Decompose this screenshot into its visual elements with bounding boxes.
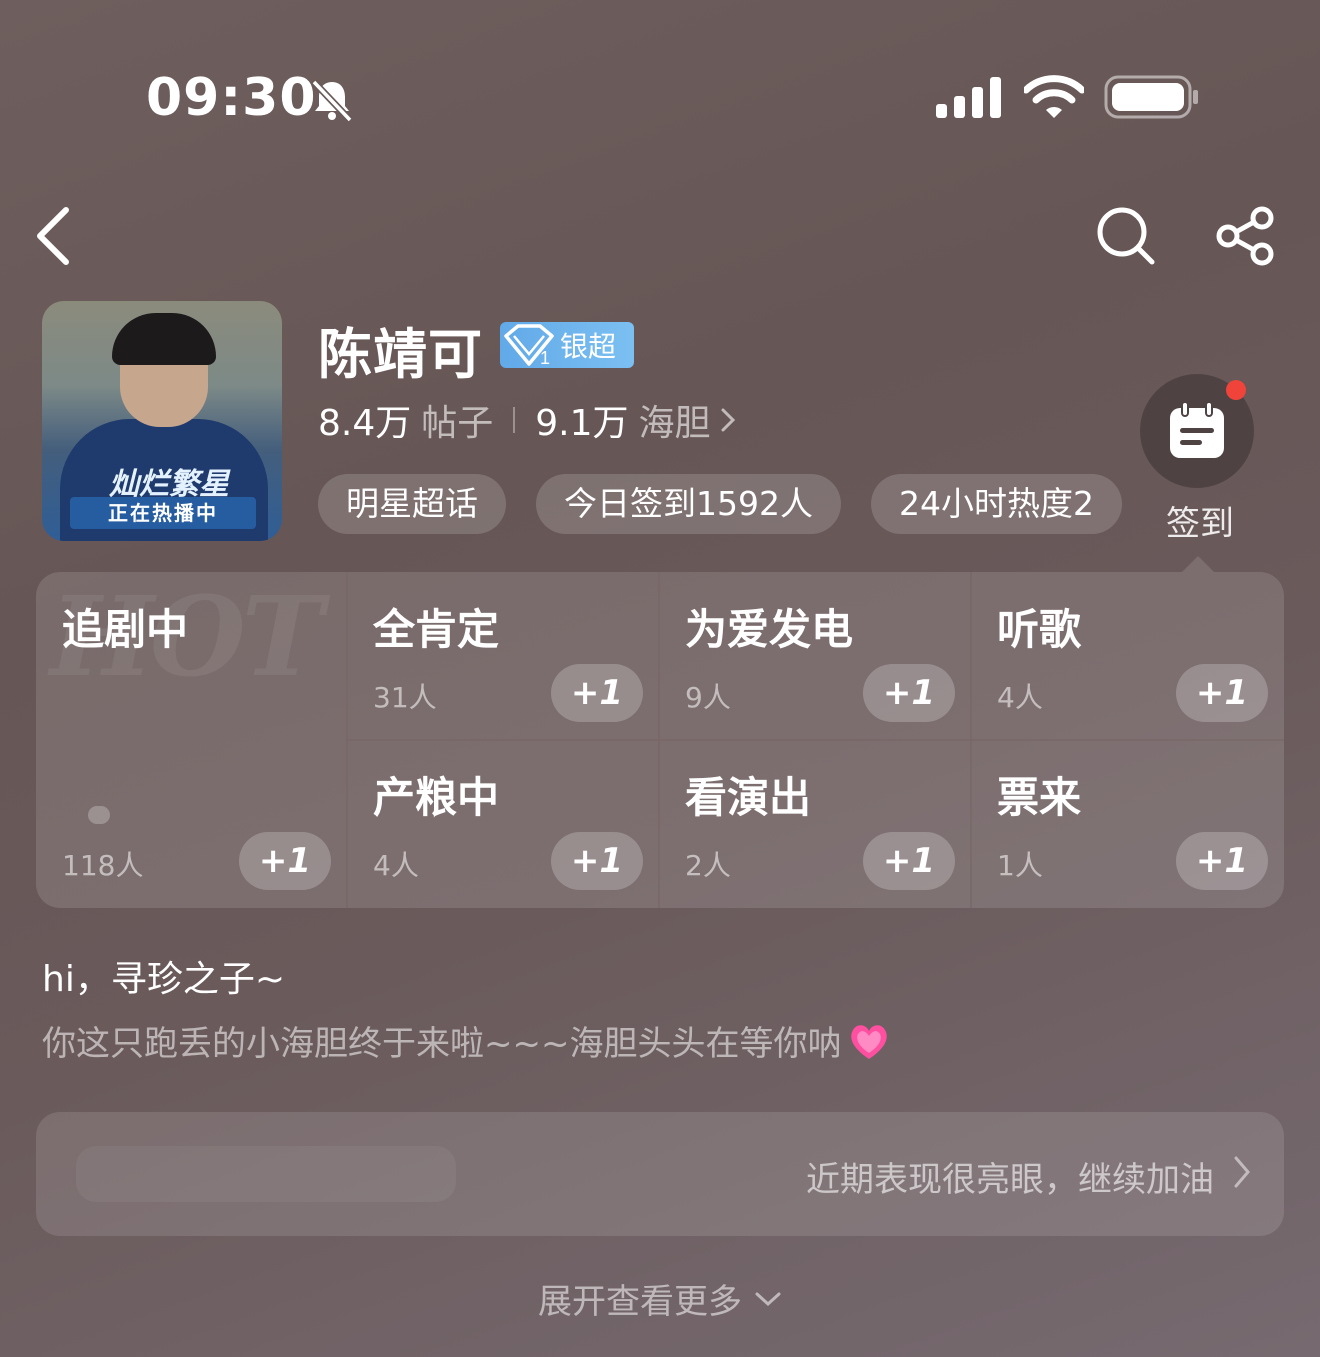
- plus-one-button[interactable]: +1: [239, 832, 331, 890]
- activity-cell[interactable]: 产粮中 4人 +1: [347, 740, 659, 908]
- tag-signin-count[interactable]: 今日签到1592人: [536, 474, 841, 534]
- greeting-text: 你这只跑丢的小海胆终于来啦~~~海胆头头在等你呐: [42, 1024, 842, 1064]
- activity-title: 全肯定: [373, 605, 500, 654]
- back-arrow-icon[interactable]: [30, 204, 78, 268]
- activity-cell[interactable]: 为爱发电 9人 +1: [659, 572, 971, 740]
- chevron-right-icon: [1234, 1156, 1250, 1188]
- activity-cell[interactable]: 看演出 2人 +1: [659, 740, 971, 908]
- plus-one-button[interactable]: +1: [551, 832, 643, 890]
- posts-count: 8.4万: [318, 403, 412, 444]
- activity-count: 118人: [62, 849, 144, 882]
- expand-more-button[interactable]: 展开查看更多: [0, 1274, 1320, 1323]
- bell-muted-icon: [311, 79, 353, 123]
- greeting-message: 你这只跑丢的小海胆终于来啦~~~海胆头头在等你呐: [42, 1016, 891, 1065]
- cellular-signal-icon: [936, 77, 1001, 118]
- wifi-icon: [1024, 75, 1084, 118]
- activity-grid: HOT 追剧中 118人 +1 全肯定 31人 +1 为爱发电 9人 +1 听歌…: [36, 572, 1284, 908]
- activity-count: 9人: [685, 681, 731, 714]
- activity-count: 31人: [373, 681, 437, 714]
- grid-divider: [347, 739, 1284, 741]
- topic-stats: 8.4万 帖子 9.1万 海胆: [318, 394, 737, 446]
- activity-count: 2人: [685, 849, 731, 882]
- topic-cover-image[interactable]: 灿烂繁星 正在热播中: [42, 301, 282, 541]
- posts-label: 帖子: [421, 403, 494, 444]
- avatar: [88, 806, 110, 824]
- activity-title: 产粮中: [373, 773, 500, 822]
- activity-title: 为爱发电: [685, 605, 854, 654]
- plus-one-button[interactable]: +1: [863, 664, 955, 722]
- activity-title: 看演出: [685, 773, 812, 822]
- plus-one-button[interactable]: +1: [863, 832, 955, 890]
- performance-card[interactable]: 近期表现很亮眼，继续加油: [36, 1112, 1284, 1236]
- activity-cell-main[interactable]: HOT 追剧中 118人 +1: [36, 572, 347, 908]
- activity-count: 1人: [997, 849, 1043, 882]
- share-icon[interactable]: [1214, 204, 1278, 268]
- plus-one-button[interactable]: +1: [1176, 832, 1268, 890]
- activity-cell[interactable]: 票来 1人 +1: [971, 740, 1284, 908]
- search-icon[interactable]: [1094, 204, 1158, 268]
- tag-category[interactable]: 明星超话: [318, 474, 506, 534]
- badge-label: 银超: [560, 330, 617, 363]
- diamond-icon: 1: [504, 324, 554, 368]
- fans-label[interactable]: 海胆: [639, 394, 711, 446]
- activity-cell[interactable]: 听歌 4人 +1: [971, 572, 1284, 740]
- plus-one-button[interactable]: +1: [551, 664, 643, 722]
- performance-text: 近期表现很亮眼，继续加油: [806, 1160, 1214, 1200]
- calendar-icon[interactable]: [1166, 400, 1228, 462]
- svg-text:1: 1: [540, 348, 550, 368]
- activity-title: 追剧中: [62, 605, 189, 654]
- level-badge[interactable]: 1 银超: [500, 322, 634, 368]
- activity-count: 4人: [373, 849, 419, 882]
- status-time: 09:30: [146, 68, 317, 128]
- blurred-content: [76, 1146, 456, 1202]
- cover-figure-hair: [112, 313, 216, 365]
- signin-pointer: [1182, 556, 1214, 572]
- activity-count: 4人: [997, 681, 1043, 714]
- cover-banner: 正在热播中: [70, 497, 256, 529]
- expand-label: 展开查看更多: [538, 1282, 742, 1322]
- chevron-right-icon[interactable]: [719, 405, 737, 435]
- fans-count[interactable]: 9.1万: [535, 394, 628, 446]
- signin-label[interactable]: 签到: [1166, 496, 1234, 545]
- topic-tags: 明星超话 今日签到1592人 24小时热度2: [318, 474, 1128, 534]
- tag-heat[interactable]: 24小时热度2: [870, 474, 1122, 534]
- greeting-title: hi，寻珍之子~: [42, 959, 285, 1000]
- activity-title: 票来: [997, 773, 1082, 822]
- activity-cell[interactable]: 全肯定 31人 +1: [347, 572, 659, 740]
- battery-icon: [1104, 75, 1198, 119]
- heart-icon: [851, 1024, 888, 1059]
- notification-dot: [1226, 380, 1246, 400]
- stats-divider: [513, 407, 516, 433]
- activity-title: 听歌: [997, 605, 1082, 654]
- chevron-down-icon: [755, 1292, 781, 1306]
- plus-one-button[interactable]: +1: [1176, 664, 1268, 722]
- topic-name: 陈靖可: [318, 323, 483, 386]
